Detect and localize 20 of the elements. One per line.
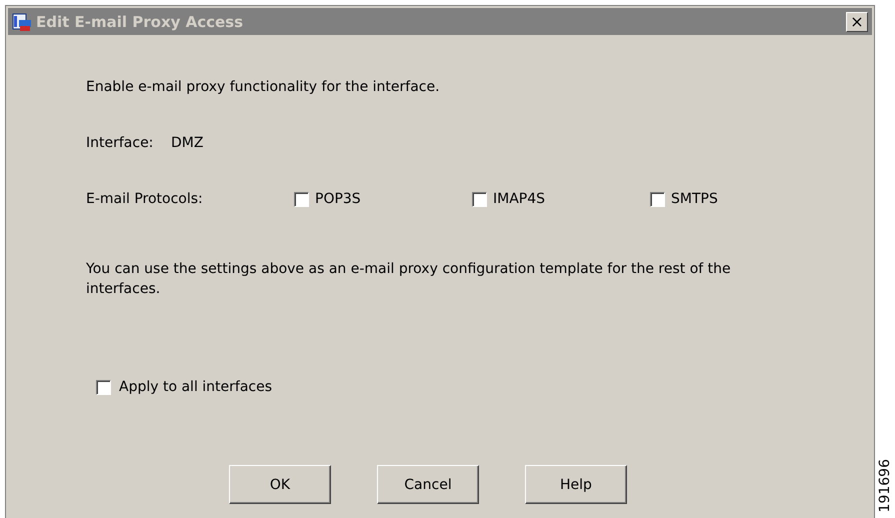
interface-label: Interface: [86, 135, 154, 151]
checkbox-label: IMAP4S [493, 191, 546, 207]
checkbox[interactable] [472, 192, 487, 206]
dialog-button[interactable]: Cancel [377, 465, 479, 504]
dialog-button[interactable]: OK [229, 465, 331, 504]
app-icon [12, 12, 32, 32]
interface-value: DMZ [171, 135, 204, 151]
checkbox[interactable] [294, 192, 309, 206]
checkbox[interactable] [650, 192, 665, 206]
checkbox[interactable] [96, 380, 111, 394]
note-text: You can use the settings above as an e-mail proxy configuration template for the rest of the interfaces. [86, 260, 732, 299]
figure-number: 191696 [877, 458, 893, 512]
protocols-label: E-mail Protocols: [86, 191, 204, 207]
checkbox-label: Apply to all interfaces [119, 379, 272, 395]
window-title: Edit E-mail Proxy Access [36, 12, 244, 30]
intro-text: Enable e-mail proxy functionality for the interface. [86, 79, 441, 95]
dialog-button[interactable]: Help [525, 465, 627, 504]
checkbox-label: POP3S [315, 191, 361, 207]
checkbox-label: SMTPS [671, 191, 718, 207]
close-button[interactable]: × [846, 12, 868, 32]
